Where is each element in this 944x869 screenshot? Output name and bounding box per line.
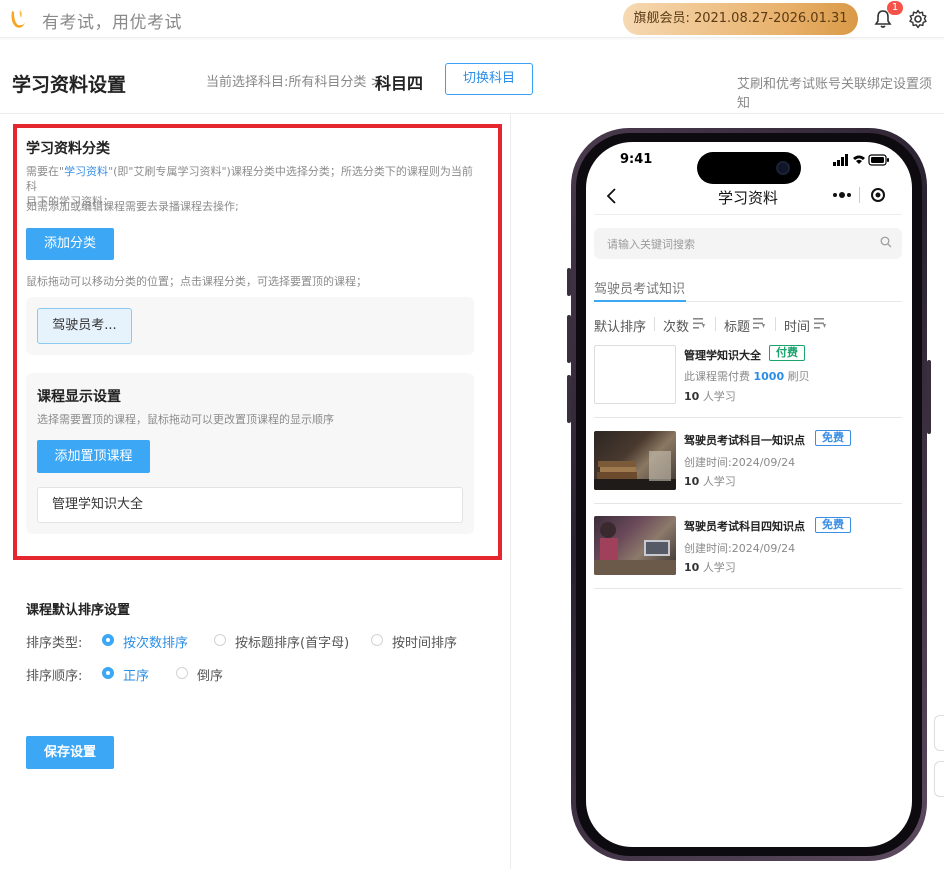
sort-time-icon <box>814 318 826 329</box>
top-course-item[interactable]: 管理学知识大全 <box>37 487 463 523</box>
course-thumbnail <box>594 345 676 404</box>
course-thumbnail <box>594 516 676 575</box>
course-title: 驾驶员考试科目四知识点 <box>684 520 805 533</box>
drag-hint: 鼠标拖动可以移动分类的位置；点击课程分类，可选择要置顶的课程； <box>26 275 367 288</box>
sort-order-label: 排序顺序: <box>26 669 83 684</box>
descending-radio[interactable] <box>176 667 188 679</box>
phone-tab-category[interactable]: 驾驶员考试知识 <box>594 278 685 297</box>
save-settings-button[interactable]: 保存设置 <box>26 736 114 769</box>
sort-separator <box>715 317 716 331</box>
add-category-button[interactable]: 添加分类 <box>26 228 114 260</box>
gear-icon[interactable] <box>908 9 928 29</box>
paid-tag: 付费 <box>769 345 805 361</box>
switch-subject-button[interactable]: 切换科目 <box>445 63 533 95</box>
descending-label[interactable]: 倒序 <box>197 665 223 684</box>
panel-divider <box>510 113 511 869</box>
vip-membership-badge[interactable]: 旗舰会员: 2021.08.27-2026.01.31 <box>623 3 858 35</box>
free-tag: 免费 <box>815 430 851 446</box>
free-tag: 免费 <box>815 517 851 533</box>
slogan: 有考试，用优考试 <box>42 13 182 33</box>
course-title: 管理学知识大全 <box>684 349 761 362</box>
sort-separator <box>654 317 655 331</box>
phone-tab-underline <box>594 300 686 302</box>
ascending-radio[interactable] <box>102 667 114 679</box>
sort-count-icon <box>693 318 705 329</box>
sort-by-time-label[interactable]: 按时间排序 <box>392 632 457 651</box>
sort-by-title-label[interactable]: 按标题排序(首字母) <box>235 632 349 651</box>
breadcrumb: 当前选择科目:所有科目分类 > <box>206 75 382 90</box>
display-section-title: 课程显示设置 <box>37 389 121 405</box>
floating-side-tab[interactable] <box>934 715 944 751</box>
course-title: 驾驶员考试科目一知识点 <box>684 434 805 447</box>
status-bar-icons <box>833 154 889 166</box>
edit-course-hint: 如需添加或编辑课程需要去录播课程去操作; <box>26 200 239 213</box>
sort-type-label: 排序类型: <box>26 636 83 651</box>
phone-nav-title: 学习资料 <box>717 189 778 207</box>
course-learners: 10 人学习 <box>684 475 736 488</box>
header-divider <box>0 113 944 114</box>
camera-icon <box>776 161 790 175</box>
phone-search-placeholder: 请输入关键词搜索 <box>607 238 695 251</box>
course-learners: 10 人学习 <box>684 561 736 574</box>
category-section-title: 学习资料分类 <box>26 141 110 157</box>
sort-by-title-radio[interactable] <box>214 634 226 646</box>
sort-by-count-radio[interactable] <box>102 634 114 646</box>
search-icon[interactable] <box>880 236 892 248</box>
course-created-date: 创建时间:2024/09/24 <box>684 542 796 555</box>
add-top-course-button[interactable]: 添加置顶课程 <box>37 440 150 473</box>
course-price-info: 此课程需付费 1000 刷贝 <box>684 370 810 383</box>
course-learners: 10 人学习 <box>684 390 736 403</box>
category-chip[interactable]: 驾驶员考... <box>37 308 132 344</box>
page-title: 学习资料设置 <box>12 74 127 96</box>
notification-count-badge: 1 <box>887 1 903 15</box>
account-binding-notice-link[interactable]: 艾刷和优考试账号关联绑定设置须知 <box>737 73 944 111</box>
display-hint: 选择需要置顶的课程，鼠标拖动可以更改置顶课程的显示顺序 <box>37 413 334 426</box>
phone-power-button <box>927 360 931 434</box>
course-thumbnail <box>594 431 676 490</box>
app-logo-icon <box>11 10 26 28</box>
more-menu-icon[interactable] <box>823 181 895 209</box>
sort-by-count-label[interactable]: 按次数排序 <box>123 632 188 651</box>
back-arrow-icon[interactable] <box>605 187 619 205</box>
course-created-date: 创建时间:2024/09/24 <box>684 456 796 469</box>
sort-by-time-radio[interactable] <box>371 634 383 646</box>
ascending-label[interactable]: 正序 <box>123 665 149 684</box>
status-time: 9:41 <box>620 152 653 167</box>
sort-section-title: 课程默认排序设置 <box>26 603 131 618</box>
current-subject: 科目四 <box>375 74 424 93</box>
sort-separator <box>775 317 776 331</box>
sort-title-icon <box>753 318 765 329</box>
learning-materials-link[interactable]: 学习资料 <box>64 165 108 178</box>
phone-nav-divider <box>594 214 902 215</box>
floating-side-tab[interactable] <box>934 761 944 797</box>
